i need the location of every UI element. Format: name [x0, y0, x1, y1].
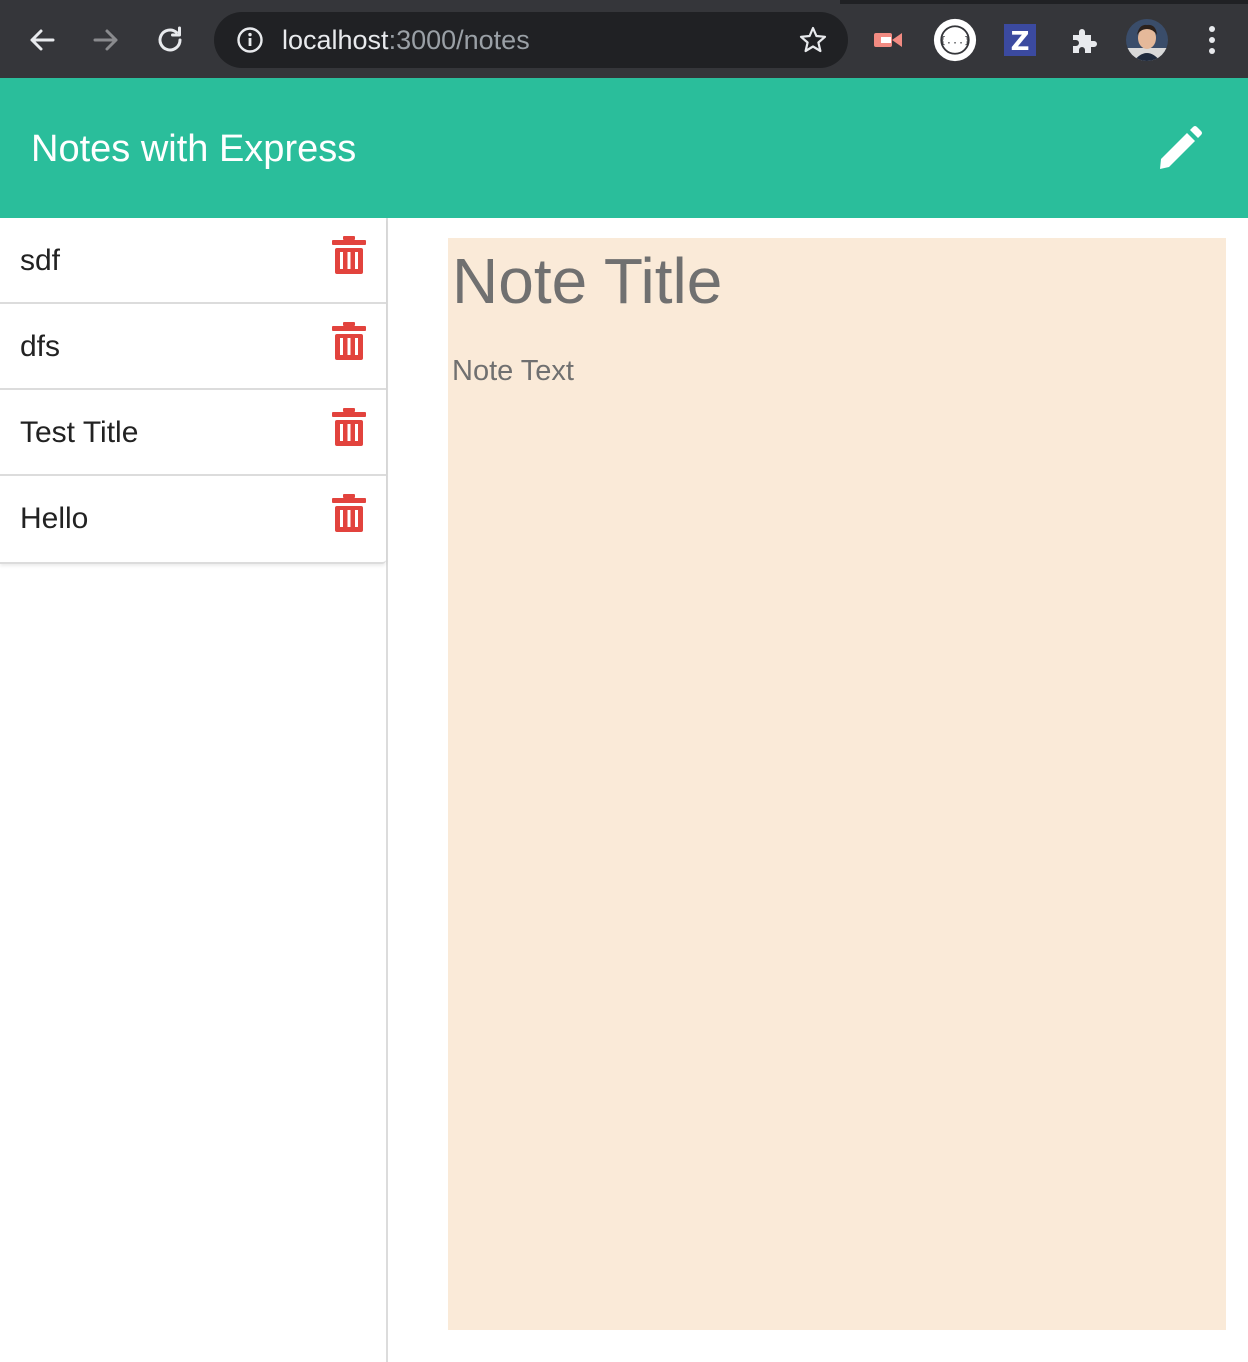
note-text-input[interactable] [452, 352, 1212, 1312]
url-text[interactable]: localhost:3000/notes [282, 25, 530, 55]
note-list-item[interactable]: Hello [0, 476, 386, 562]
notes-sidebar: sdf dfs Test Title Hello [0, 218, 388, 1362]
app-title[interactable]: Notes with Express [31, 126, 356, 172]
address-bar[interactable]: localhost:3000/notes [214, 12, 848, 68]
star-icon[interactable] [798, 25, 828, 55]
trash-icon[interactable] [332, 236, 366, 274]
reload-icon [158, 26, 182, 52]
url-host: localhost [282, 25, 389, 55]
arrow-right-icon [93, 29, 118, 51]
url-path: :3000/notes [388, 25, 530, 55]
trash-icon[interactable] [332, 322, 366, 360]
back-button[interactable] [22, 20, 62, 60]
new-note-button[interactable] [1150, 118, 1210, 178]
svg-text:Z: Z [1011, 27, 1030, 57]
z-extension-icon: Z [1004, 24, 1036, 57]
note-list-item-title: dfs [20, 330, 61, 363]
json-extension-button[interactable]: {...} [933, 18, 977, 62]
svg-text:{...}: {...} [940, 36, 970, 47]
extensions-button[interactable] [1062, 18, 1106, 62]
pencil-icon [1160, 126, 1202, 169]
note-list-item-title: Test Title [20, 416, 139, 449]
puzzle-icon [1073, 29, 1097, 53]
info-icon[interactable] [236, 26, 264, 54]
note-list-item[interactable]: Test Title [0, 390, 386, 476]
note-list-item[interactable]: dfs [0, 304, 386, 390]
kebab-menu-icon [1209, 26, 1215, 54]
json-extension-icon: {...} [933, 18, 977, 62]
app-header: Notes with Express [0, 78, 1248, 218]
video-extension-button[interactable] [868, 18, 912, 62]
note-list: sdf dfs Test Title Hello [0, 218, 386, 564]
browser-toolbar: localhost:3000/notes {...} Z [0, 0, 1248, 78]
forward-button[interactable] [86, 20, 126, 60]
note-list-item-title: Hello [20, 502, 89, 535]
profile-button[interactable] [1125, 18, 1169, 62]
note-editor [448, 238, 1226, 1330]
note-list-item[interactable]: sdf [0, 218, 386, 304]
z-extension-button[interactable]: Z [998, 18, 1042, 62]
arrow-left-icon [30, 29, 55, 51]
trash-icon[interactable] [332, 408, 366, 446]
browser-menu-button[interactable] [1190, 18, 1234, 62]
video-extension-icon [874, 33, 902, 47]
note-list-item-title: sdf [20, 244, 61, 277]
avatar [1126, 19, 1168, 61]
note-title-input[interactable] [452, 244, 1212, 318]
reload-button[interactable] [150, 20, 190, 60]
tab-strip [0, 0, 1248, 4]
trash-icon[interactable] [332, 494, 366, 532]
